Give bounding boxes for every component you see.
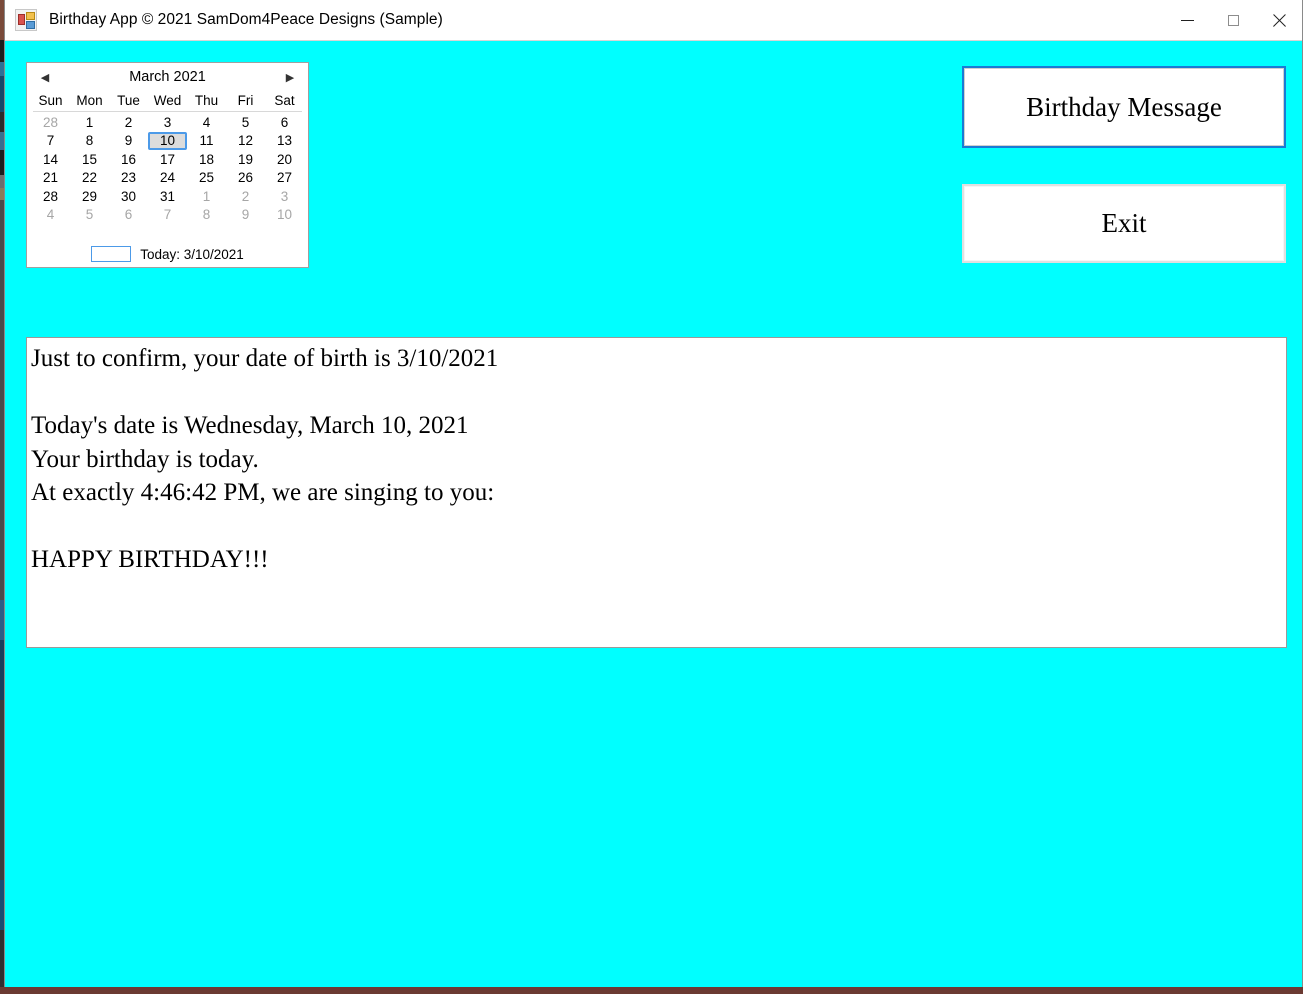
calendar-day[interactable]: 27 <box>265 169 304 188</box>
calendar-day[interactable]: 13 <box>265 132 304 151</box>
month-calendar[interactable]: ◀ March 2021 ▶ Sun Mon Tue Wed Thu Fri Sat 28 1… <box>26 62 309 268</box>
maximize-button[interactable] <box>1210 0 1256 41</box>
calendar-day[interactable]: 1 <box>187 187 226 206</box>
application-window: Birthday App © 2021 SamDom4Peace Designs… <box>4 0 1303 988</box>
calendar-day[interactable]: 7 <box>31 132 70 151</box>
calendar-weekday-tue: Tue <box>117 93 140 108</box>
calendar-day[interactable]: 31 <box>148 187 187 206</box>
calendar-day[interactable]: 23 <box>109 169 148 188</box>
icon-square-yellow <box>26 12 35 20</box>
calendar-weekday-sun: Sun <box>38 93 63 108</box>
calendar-day[interactable]: 14 <box>31 150 70 169</box>
calendar-day[interactable]: 6 <box>109 206 148 225</box>
calendar-day[interactable]: 3 <box>148 113 187 132</box>
taskbar-strip <box>0 987 1303 994</box>
calendar-day-selected[interactable]: 10 <box>148 131 187 150</box>
calendar-weekday-header: Sun Mon Tue Wed Thu Fri Sat <box>27 90 308 111</box>
calendar-day[interactable]: 22 <box>70 169 109 188</box>
calendar-day[interactable]: 21 <box>31 169 70 188</box>
calendar-day[interactable]: 5 <box>70 206 109 225</box>
calendar-day-grid[interactable]: 28 1 2 3 4 5 6 7 8 9 10 11 12 13 14 15 16 17 18 19 20 21 22 23 2… <box>27 112 308 224</box>
calendar-weekday-sat: Sat <box>274 93 295 108</box>
calendar-today-swatch <box>91 246 132 262</box>
calendar-day[interactable]: 12 <box>226 132 265 151</box>
calendar-day[interactable]: 7 <box>148 206 187 225</box>
calendar-next-month-icon[interactable]: ▶ <box>278 73 302 84</box>
calendar-day[interactable]: 20 <box>265 150 304 169</box>
close-button[interactable] <box>1256 0 1302 41</box>
form-client-area: ◀ March 2021 ▶ Sun Mon Tue Wed Thu Fri Sat 28 1… <box>5 41 1302 987</box>
calendar-day[interactable]: 8 <box>70 132 109 151</box>
calendar-day[interactable]: 17 <box>148 150 187 169</box>
calendar-day[interactable]: 4 <box>31 206 70 225</box>
calendar-day[interactable]: 8 <box>187 206 226 225</box>
title-bar: Birthday App © 2021 SamDom4Peace Designs… <box>5 0 1302 41</box>
birthday-message-button[interactable]: Birthday Message <box>962 66 1286 148</box>
calendar-weekday-fri: Fri <box>237 93 254 108</box>
window-title: Birthday App © 2021 SamDom4Peace Designs… <box>49 11 443 28</box>
calendar-day[interactable]: 24 <box>148 169 187 188</box>
calendar-month-title[interactable]: March 2021 <box>27 69 308 85</box>
calendar-day[interactable]: 26 <box>226 169 265 188</box>
icon-square-blue <box>26 21 35 29</box>
calendar-day[interactable]: 18 <box>187 150 226 169</box>
calendar-footer[interactable]: Today: 3/10/2021 <box>27 246 308 262</box>
calendar-day[interactable]: 5 <box>226 113 265 132</box>
calendar-day[interactable]: 10 <box>265 206 304 225</box>
calendar-day[interactable]: 2 <box>226 187 265 206</box>
close-icon <box>1271 12 1287 28</box>
calendar-weekday-wed: Wed <box>153 93 182 108</box>
exit-button[interactable]: Exit <box>962 184 1286 263</box>
calendar-day[interactable]: 9 <box>226 206 265 225</box>
calendar-day[interactable]: 15 <box>70 150 109 169</box>
calendar-day[interactable]: 3 <box>265 187 304 206</box>
calendar-day[interactable]: 16 <box>109 150 148 169</box>
minimize-icon <box>1180 19 1194 21</box>
calendar-day[interactable]: 1 <box>70 113 109 132</box>
minimize-button[interactable] <box>1164 0 1210 41</box>
calendar-day[interactable]: 2 <box>109 113 148 132</box>
calendar-day[interactable]: 25 <box>187 169 226 188</box>
calendar-day[interactable]: 6 <box>265 113 304 132</box>
calendar-day[interactable]: 28 <box>31 187 70 206</box>
calendar-day[interactable]: 9 <box>109 132 148 151</box>
calendar-day[interactable]: 4 <box>187 113 226 132</box>
output-textbox[interactable]: Just to confirm, your date of birth is 3… <box>26 337 1287 648</box>
calendar-header: ◀ March 2021 ▶ <box>27 63 308 90</box>
calendar-day[interactable]: 19 <box>226 150 265 169</box>
calendar-weekday-thu: Thu <box>194 93 219 108</box>
window-controls <box>1164 0 1302 41</box>
output-text: Just to confirm, your date of birth is 3… <box>31 345 499 573</box>
winforms-app-icon <box>15 9 37 31</box>
calendar-weekday-mon: Mon <box>76 93 103 108</box>
calendar-today-label: Today: 3/10/2021 <box>140 246 244 262</box>
calendar-day[interactable]: 29 <box>70 187 109 206</box>
maximize-icon <box>1227 14 1239 26</box>
calendar-day[interactable]: 28 <box>31 113 70 132</box>
calendar-day[interactable]: 11 <box>187 132 226 151</box>
calendar-prev-month-icon[interactable]: ◀ <box>33 73 57 84</box>
icon-square-red <box>18 14 25 25</box>
calendar-day[interactable]: 30 <box>109 187 148 206</box>
